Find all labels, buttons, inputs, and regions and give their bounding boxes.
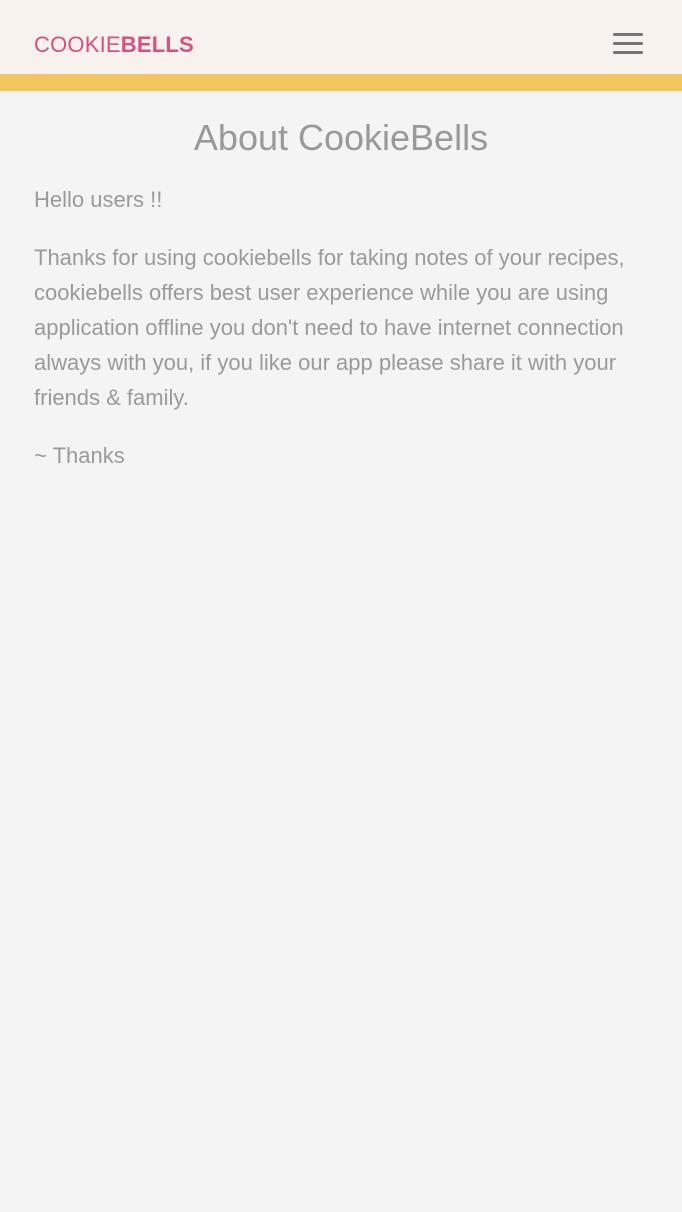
logo-cookie-text: COOKIE [34, 32, 121, 57]
top-app-bar: COOKIEBELLS [0, 0, 682, 74]
greeting-text: Hello users !! [34, 187, 163, 212]
menu-button[interactable] [608, 28, 648, 60]
about-page: COOKIEBELLS About CookieBells Hello user… [0, 0, 682, 1212]
logo-bells-text: BELLS [120, 32, 194, 57]
about-content: About CookieBells Hello users !! Thanks … [34, 116, 648, 473]
header-accent-bar [0, 74, 682, 91]
about-description: Thanks for using cookiebells for taking … [34, 245, 625, 410]
cookiebells-logo[interactable]: COOKIEBELLS [34, 31, 194, 59]
hamburger-menu-icon [613, 33, 643, 54]
page-title: About CookieBells [193, 117, 489, 158]
signoff-text: ~ Thanks [34, 443, 125, 468]
